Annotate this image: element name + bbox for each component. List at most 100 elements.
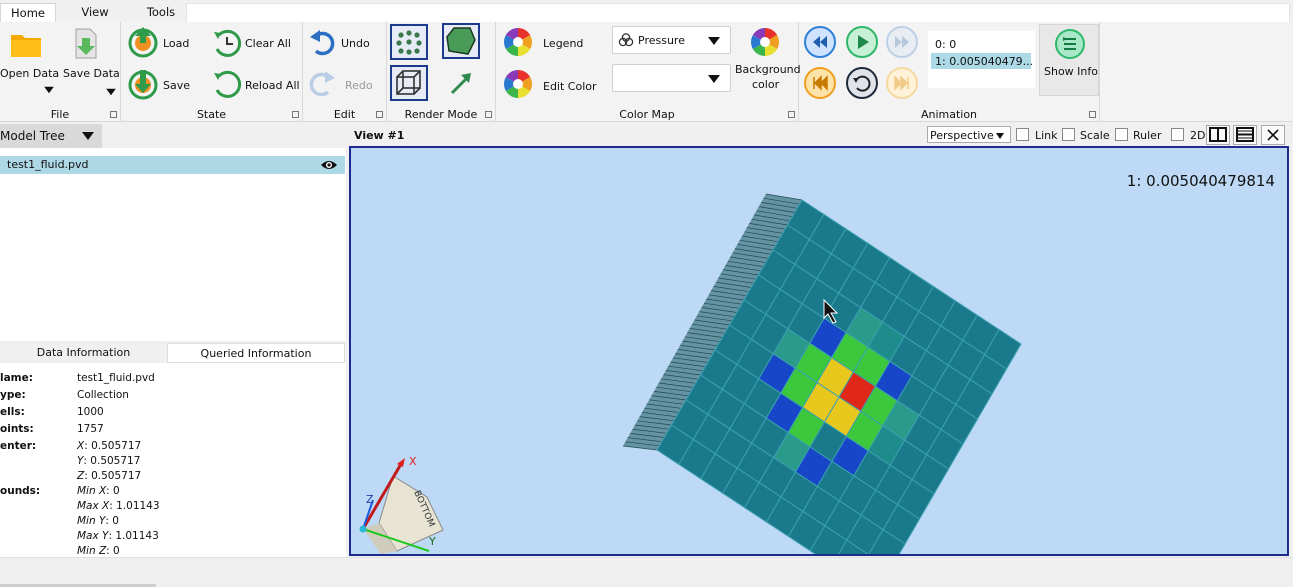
ruler-label: Ruler (1133, 129, 1162, 142)
split-horizontal-button[interactable] (1206, 125, 1230, 145)
color-component-dropdown-icon (708, 75, 720, 83)
group-color-map: Legend Edit Color Pressure Background co… (496, 22, 801, 122)
background-color-label-1: Background (735, 63, 801, 76)
split-horizontal-icon (1209, 127, 1227, 142)
first-frame-button[interactable] (804, 26, 836, 58)
color-array-dropdown-icon (708, 37, 720, 45)
tab-queried-information[interactable]: Queried Information (167, 343, 345, 363)
show-info-button[interactable]: Show Info (1039, 24, 1099, 96)
clear-all-button[interactable]: Clear All (211, 26, 299, 60)
info-sub-value: : 1.01143 (109, 500, 160, 512)
rewind-icon (813, 36, 827, 48)
info-value: Max X: 1.01143 (77, 500, 160, 512)
loop-button[interactable] (846, 67, 878, 99)
load-state-button[interactable]: Load (127, 26, 191, 60)
group-state-label: State (196, 108, 227, 121)
time-step-1: 1: 0.005040479... (935, 55, 1034, 68)
render-points-button[interactable] (390, 24, 428, 60)
close-icon (1267, 129, 1279, 141)
scale-label: Scale (1080, 129, 1110, 142)
group-file-label: File (50, 108, 70, 121)
next-frame-button[interactable] (886, 26, 918, 58)
split-vertical-icon (1236, 127, 1254, 142)
info-sub-key: Min X (77, 485, 107, 497)
group-animation-launcher-icon[interactable] (1089, 111, 1096, 118)
render-arrow-button[interactable] (444, 67, 480, 101)
undo-button[interactable]: Undo (308, 27, 382, 59)
tab-home[interactable]: Home (0, 3, 56, 22)
wireframe-icon (396, 70, 421, 95)
scale-checkbox[interactable] (1062, 128, 1075, 141)
projection-select[interactable]: Perspective (927, 126, 1011, 143)
skip-back-icon (813, 75, 828, 91)
show-info-label: Show Info (1044, 65, 1098, 78)
axis-y-label: Y (428, 535, 436, 548)
info-sub-key: Min Y (77, 515, 106, 527)
ribbon-tabbar: Home View Tools (0, 0, 1293, 22)
group-state: Load Clear All Save Reload All State (121, 22, 303, 122)
skip-forward-icon (894, 75, 909, 91)
mesh-surface (656, 199, 1022, 554)
link-checkbox[interactable] (1016, 128, 1029, 141)
close-view-button[interactable] (1261, 125, 1285, 145)
ribbon: Open Data Save Data File Load Clear All … (0, 22, 1293, 122)
background-color-label-2: color (752, 78, 780, 91)
group-edit-launcher-icon[interactable] (376, 111, 383, 118)
info-key: lame: (0, 372, 33, 384)
info-value: X: 0.505717 (77, 440, 141, 452)
tree-item[interactable]: test1_fluid.pvd (0, 156, 345, 174)
color-array-value: Pressure (638, 34, 685, 47)
undo-label: Undo (341, 37, 370, 50)
info-sub-value: : 1.01143 (108, 530, 159, 542)
save-state-button[interactable]: Save (127, 67, 191, 101)
view-title: View #1 (354, 129, 405, 142)
group-render-mode-label: Render Mode (404, 108, 478, 121)
tab-data-information[interactable]: Data Information (0, 343, 167, 363)
previous-frame-button[interactable] (804, 67, 836, 99)
2d-checkbox[interactable] (1171, 128, 1184, 141)
reload-all-button[interactable]: Reload All (211, 67, 300, 101)
group-edit: Undo Redo Edit (303, 22, 387, 122)
open-data-button[interactable]: Open Data (0, 26, 59, 98)
save-label: Save (163, 79, 191, 92)
point-data-icon (618, 33, 634, 47)
color-component-select[interactable] (612, 64, 731, 92)
edit-color-label: Edit Color (543, 80, 597, 93)
axis-x-label: X (409, 455, 417, 468)
play-button[interactable] (846, 26, 878, 58)
legend-button[interactable]: Legend (502, 26, 598, 60)
group-render-launcher-icon[interactable] (485, 111, 492, 118)
tab-tools[interactable]: Tools (136, 3, 186, 22)
time-step-1-selected[interactable]: 1: 0.005040479... (931, 53, 1034, 69)
background-color-button[interactable]: Background color (734, 26, 801, 92)
info-sub-key: Max X (77, 500, 110, 512)
render-surface-button[interactable] (442, 23, 480, 59)
tree-item-label: test1_fluid.pvd (7, 158, 89, 171)
model-tree-dropdown-icon[interactable] (82, 132, 94, 140)
info-sub-key: Max Y (77, 530, 109, 542)
open-data-label: Open Data (0, 67, 60, 80)
ruler-checkbox[interactable] (1115, 128, 1128, 141)
redo-button[interactable]: Redo (308, 68, 382, 100)
info-key: enter: (0, 440, 37, 452)
group-animation-label: Animation (920, 108, 978, 121)
group-file-launcher-icon[interactable] (110, 111, 117, 118)
last-frame-button[interactable] (886, 67, 918, 99)
save-data-button[interactable]: Save Data (60, 26, 120, 98)
time-step-0[interactable]: 0: 0 (935, 38, 956, 51)
info-sub-value: : 0.505717 (84, 470, 142, 482)
mesh-render: X Y Z BOTTOM (359, 193, 1022, 554)
render-wireframe-button[interactable] (390, 65, 428, 101)
time-steps-list[interactable]: 0: 0 1: 0.005040479... (928, 31, 1035, 88)
info-key: oints: (0, 423, 34, 435)
group-state-launcher-icon[interactable] (292, 111, 299, 118)
group-color-map-launcher-icon[interactable] (788, 111, 795, 118)
loop-icon (853, 75, 871, 92)
visibility-eye-icon[interactable] (320, 159, 338, 171)
edit-color-button[interactable]: Edit Color (502, 68, 598, 102)
split-vertical-button[interactable] (1233, 125, 1257, 145)
model-tree-header[interactable]: Model Tree (0, 124, 102, 148)
render-view[interactable]: 1: 0.005040479814 X Y Z BOTTOM (349, 146, 1289, 556)
tab-view[interactable]: View (70, 3, 120, 22)
color-array-select[interactable]: Pressure (612, 26, 731, 54)
